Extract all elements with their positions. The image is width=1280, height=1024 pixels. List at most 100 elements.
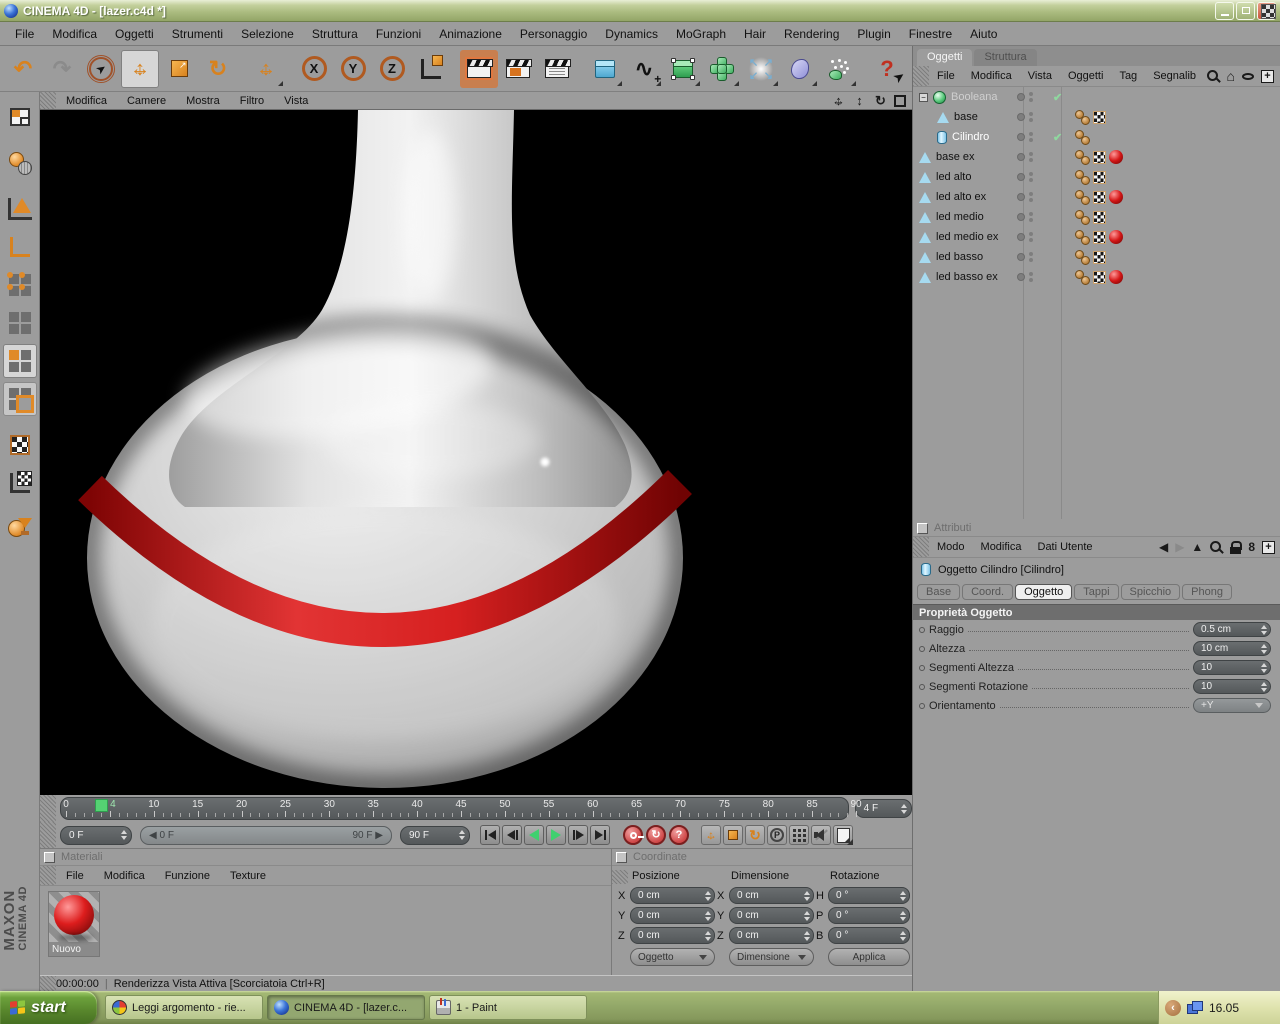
position-y-field[interactable]: 0 cm — [630, 907, 715, 924]
tree-item-led-basso[interactable]: led basso — [913, 247, 1280, 267]
rotation-h-field[interactable]: 0 ° — [828, 887, 910, 904]
menu-plugin[interactable]: Plugin — [848, 27, 899, 41]
record-parameter-toggle[interactable]: P — [767, 825, 787, 845]
menu-rendering[interactable]: Rendering — [775, 27, 848, 41]
help-button[interactable]: ? ➤ — [868, 50, 907, 88]
dimension-y-field[interactable]: 0 cm — [729, 907, 814, 924]
coordinate-mode-dropdown[interactable]: Oggetto — [630, 948, 715, 966]
attr-tab-oggetto[interactable]: Oggetto — [1015, 583, 1073, 600]
menu-strumenti[interactable]: Strumenti — [163, 27, 232, 41]
material-tag-icon[interactable] — [1109, 230, 1123, 244]
raggio-field[interactable]: 0.5 cm — [1193, 622, 1271, 637]
visibility-dots[interactable] — [1017, 152, 1053, 162]
axis-y-lock-button[interactable]: Y — [334, 50, 372, 88]
balls-tag-icon[interactable] — [1075, 150, 1090, 165]
minimize-button[interactable] — [1215, 1, 1234, 20]
rotation-b-field[interactable]: 0 ° — [828, 927, 910, 944]
tab-oggetti[interactable]: Oggetti — [917, 49, 973, 66]
checker-tag-icon[interactable] — [1093, 110, 1106, 124]
attr-add-panel-icon[interactable]: + — [1262, 540, 1275, 554]
tree-item-cilindro[interactable]: Cilindro ✔ — [913, 127, 1280, 147]
rotation-p-field[interactable]: 0 ° — [828, 907, 910, 924]
materials-menu-texture[interactable]: Texture — [220, 870, 276, 882]
attr-menu-modo[interactable]: Modo — [929, 541, 973, 553]
checker-tag-icon[interactable] — [1093, 210, 1106, 224]
restore-button[interactable] — [1236, 1, 1255, 20]
panel-grip[interactable] — [40, 92, 56, 109]
start-button[interactable]: start — [0, 991, 97, 1024]
modeling-objects-button[interactable] — [703, 50, 741, 88]
balls-tag-icon[interactable] — [1075, 270, 1090, 285]
menu-aiuto[interactable]: Aiuto — [961, 27, 1006, 41]
materials-grip[interactable] — [40, 866, 56, 885]
active-tool-button[interactable]: ↔ ↕ — [247, 50, 285, 88]
goto-end-button[interactable] — [590, 825, 610, 845]
dimension-x-field[interactable]: 0 cm — [729, 887, 814, 904]
menu-hair[interactable]: Hair — [735, 27, 775, 41]
visibility-dots[interactable] — [1017, 192, 1053, 202]
eye-icon[interactable] — [1242, 72, 1254, 80]
viewport-menu-filtro[interactable]: Filtro — [230, 95, 274, 107]
primitives-cube-button[interactable] — [586, 50, 624, 88]
tree-item-led-alto-ex[interactable]: led alto ex — [913, 187, 1280, 207]
add-panel-icon[interactable]: + — [1261, 69, 1274, 83]
environment-objects-button[interactable] — [781, 50, 819, 88]
materials-menu-funzione[interactable]: Funzione — [155, 870, 220, 882]
attr-menu-modifica[interactable]: Modifica — [973, 541, 1030, 553]
visibility-dots[interactable] — [1017, 112, 1053, 122]
viewport-menu-camere[interactable]: Camere — [117, 95, 176, 107]
taskbar-item-paint[interactable]: 1 - Paint — [429, 995, 587, 1020]
transport-grip[interactable] — [40, 822, 56, 848]
spline-tools-button[interactable]: ∿ + — [625, 50, 663, 88]
menu-finestre[interactable]: Finestre — [900, 27, 961, 41]
menu-selezione[interactable]: Selezione — [232, 27, 303, 41]
range-end-field[interactable]: 90 F — [400, 825, 470, 845]
goto-start-button[interactable] — [480, 825, 500, 845]
keyframe-help-button[interactable]: ? — [669, 825, 689, 845]
balls-tag-icon[interactable] — [1075, 230, 1090, 245]
play-forward-button[interactable] — [546, 825, 566, 845]
viewport-rotate-icon[interactable]: ↻ — [873, 93, 888, 108]
visibility-dots[interactable] — [1017, 172, 1053, 182]
point-mode-button[interactable] — [3, 268, 37, 302]
render-active-view-button[interactable] — [460, 49, 498, 88]
segmenti-altezza-field[interactable]: 10 — [1193, 660, 1271, 675]
range-start-field[interactable]: 0 F — [60, 825, 132, 845]
altezza-field[interactable]: 10 cm — [1193, 641, 1271, 656]
tree-item-led-basso-ex[interactable]: led basso ex — [913, 267, 1280, 287]
enabled-check-icon[interactable]: ✔ — [1053, 131, 1067, 144]
menu-personaggio[interactable]: Personaggio — [511, 27, 596, 41]
menu-dynamics[interactable]: Dynamics — [596, 27, 667, 41]
coordinates-panel-checkbox[interactable] — [616, 851, 627, 863]
balls-tag-icon[interactable] — [1075, 250, 1090, 265]
om-menu-oggetti[interactable]: Oggetti — [1060, 70, 1111, 82]
visibility-dots[interactable] — [1017, 92, 1053, 102]
workplane-mode-button[interactable] — [3, 466, 37, 500]
tree-item-booleana[interactable]: − Booleana ✔ — [913, 87, 1280, 107]
tab-struttura[interactable]: Struttura — [974, 49, 1037, 66]
checker-tag-icon[interactable] — [1093, 170, 1106, 184]
home-icon[interactable]: ⌂ — [1227, 69, 1235, 83]
scale-tool-button[interactable]: ↗ — [160, 50, 198, 88]
search-icon[interactable] — [1206, 69, 1220, 83]
axis-mode-button[interactable] — [3, 230, 37, 264]
visibility-dots[interactable] — [1017, 212, 1053, 222]
model-mode-button[interactable] — [3, 146, 37, 180]
live-selection-button[interactable]: ➤ — [82, 50, 120, 88]
taskbar-item-cinema4d[interactable]: CINEMA 4D - [lazer.c... — [267, 995, 425, 1020]
redo-button[interactable]: ↷ — [43, 50, 81, 88]
balls-tag-icon[interactable] — [1075, 170, 1090, 185]
tree-item-led-medio[interactable]: led medio — [913, 207, 1280, 227]
polygon-mode-button[interactable] — [2, 344, 37, 378]
attr-menu-dati-utente[interactable]: Dati Utente — [1030, 541, 1101, 553]
record-scale-toggle[interactable] — [723, 825, 743, 845]
coordinates-grip[interactable] — [612, 870, 628, 884]
viewport-menu-vista[interactable]: Vista — [274, 95, 318, 107]
om-menu-modifica[interactable]: Modifica — [963, 70, 1020, 82]
attributes-grip[interactable] — [913, 537, 929, 557]
tree-item-base-ex[interactable]: base ex — [913, 147, 1280, 167]
timeline-ruler[interactable]: 0 10 15 20 25 30 35 40 45 50 55 60 65 70 75 80 85 90 4 — [60, 797, 862, 820]
menu-funzioni[interactable]: Funzioni — [367, 27, 430, 41]
rotate-tool-button[interactable]: ↻ — [199, 50, 237, 88]
dimension-mode-dropdown[interactable]: Dimensione — [729, 948, 814, 966]
